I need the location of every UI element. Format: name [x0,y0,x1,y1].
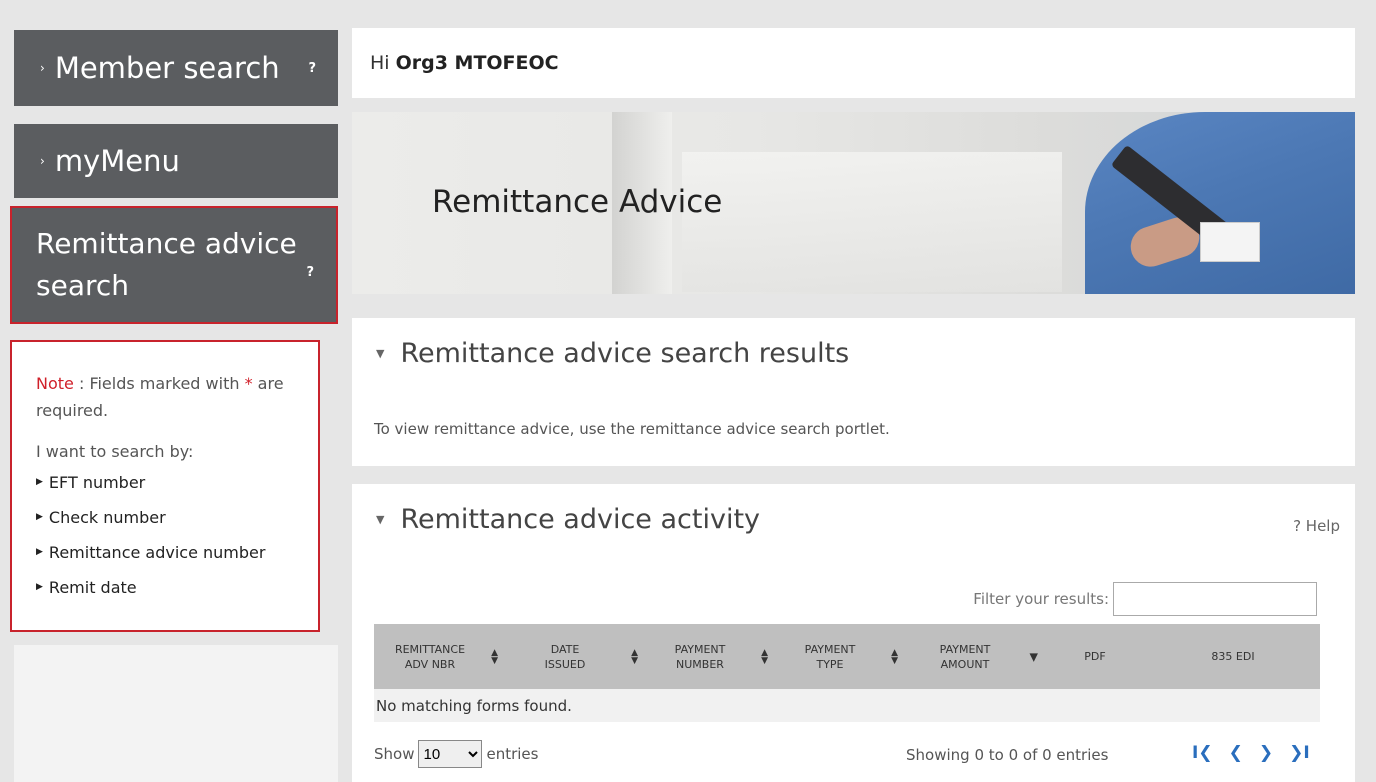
greeting-prefix: Hi [370,52,390,74]
mymenu-button[interactable]: › myMenu [14,124,338,198]
col-label: Number [676,657,724,671]
activity-title-text: Remittance advice activity [400,504,761,535]
col-label: Adv Nbr [404,657,456,671]
triangle-down-icon: ▼ [376,347,385,360]
col-label: Payment [674,642,726,656]
col-label: 835 EDI [1211,650,1255,663]
help-icon[interactable]: ? [306,252,314,294]
col-payment-type[interactable]: Payment Type ▲ ▼ [774,624,904,689]
note-text: : Fields marked with [73,374,245,393]
sort-icon: ▲ ▼ [631,647,638,666]
sort-icon: ▲ ▼ [491,647,498,666]
search-options-box: Note : Fields marked with * are required… [10,340,320,632]
required-note: Note : Fields marked with * are required… [36,370,306,424]
show-label: Show [374,745,415,763]
filter-label: Filter your results: [973,590,1109,608]
first-page-icon[interactable]: I❮ [1192,743,1213,763]
mymenu-label: myMenu [54,144,180,178]
showing-info: Showing 0 to 0 of 0 entries [906,746,1109,764]
search-option-remit-date[interactable]: ▶ Remit date [36,570,306,605]
banner-photo-nurse [1085,112,1355,294]
sidebar: › Member search ? › myMenu Remittance ad… [10,30,338,632]
option-label: Remittance advice number [48,543,266,562]
member-search-label: Member search [54,51,280,85]
remittance-advice-search-label: Remittance advice search [36,223,297,307]
search-by-list: ▶ EFT number ▶ Check number ▶ Remittance ad… [36,465,306,605]
next-page-icon[interactable]: ❯ [1259,743,1273,763]
sort-desc-icon: ▼ [1029,650,1038,663]
banner-photo-window [682,152,1062,292]
entries-control: Show 10 entries [374,740,538,768]
search-results-panel: ▼ Remittance advice search results To vie… [352,318,1355,466]
search-results-title[interactable]: ▼ Remittance advice search results [376,338,849,369]
option-label: EFT number [48,473,146,492]
remittance-table: Remittance Adv Nbr ▲ ▼ Date Issued ▲ ▼ Payment… [374,624,1320,722]
last-page-icon[interactable]: ❯I [1289,743,1310,763]
user-name: Org3 MTOFEOC [395,52,559,74]
triangle-right-icon: ▶ [36,547,43,557]
required-asterisk: * [244,374,253,393]
caret-right-icon: › [40,154,45,168]
col-label: Issued [544,657,586,671]
col-label: Remittance [394,642,466,656]
option-label: Check number [48,508,166,527]
search-results-title-text: Remittance advice search results [400,338,850,369]
sidebar-background [14,645,338,782]
triangle-down-icon: ▼ [376,513,385,526]
greeting-bar: Hi Org3 MTOFEOC [352,28,1355,98]
col-label: Type [816,657,844,671]
sort-icon: ▲ ▼ [891,647,898,666]
filter-group: Filter your results: [973,582,1317,616]
triangle-right-icon: ▶ [36,477,43,487]
remittance-label-line1: Remittance advice [36,227,297,260]
note-label: Note [36,374,74,393]
entries-label: entries [486,745,539,763]
help-link[interactable]: ? Help [1293,517,1340,535]
entries-select[interactable]: 10 [418,740,483,768]
search-option-eft[interactable]: ▶ EFT number [36,465,306,500]
activity-panel: ▼ Remittance advice activity ? Help Filte… [352,484,1355,782]
col-date-issued[interactable]: Date Issued ▲ ▼ [504,624,644,689]
col-payment-amount[interactable]: Payment Amount ▼ [904,624,1044,689]
sort-icon: ▲ ▼ [761,647,768,666]
member-search-button[interactable]: › Member search ? [14,30,338,106]
search-option-remittance-number[interactable]: ▶ Remittance advice number [36,535,306,570]
col-label: Amount [940,657,990,671]
col-label: PDF [1084,650,1106,663]
option-label: Remit date [48,578,137,597]
col-payment-number[interactable]: Payment Number ▲ ▼ [644,624,774,689]
triangle-right-icon: ▶ [36,512,43,522]
table-header-row: Remittance Adv Nbr ▲ ▼ Date Issued ▲ ▼ Payment… [374,624,1320,689]
search-option-check[interactable]: ▶ Check number [36,500,306,535]
col-label: Date [550,642,580,656]
remittance-advice-search-button[interactable]: Remittance advice search ? [10,206,338,324]
caret-right-icon: › [40,61,45,75]
col-remittance-adv-nbr[interactable]: Remittance Adv Nbr ▲ ▼ [374,624,504,689]
col-835-edi: 835 EDI [1164,624,1320,689]
col-label: Payment [804,642,856,656]
page-banner: Remittance Advice [352,112,1355,294]
triangle-right-icon: ▶ [36,582,43,592]
help-icon[interactable]: ? [308,61,316,76]
prev-page-icon[interactable]: ❮ [1229,743,1243,763]
search-results-message: To view remittance advice, use the remit… [374,420,890,438]
search-by-label: I want to search by: [36,442,194,461]
empty-table-message: No matching forms found. [376,696,572,715]
filter-input[interactable] [1113,582,1317,616]
remittance-label-line2: search [36,269,130,302]
page-title: Remittance Advice [432,184,723,220]
col-pdf: PDF [1044,624,1164,689]
col-label: Payment [939,642,991,656]
activity-title[interactable]: ▼ Remittance advice activity [376,504,760,535]
table-row: No matching forms found. [374,689,1320,722]
pagination: I❮ ❮ ❯ ❯I [1192,743,1310,763]
banner-photo-badge [1200,222,1260,262]
